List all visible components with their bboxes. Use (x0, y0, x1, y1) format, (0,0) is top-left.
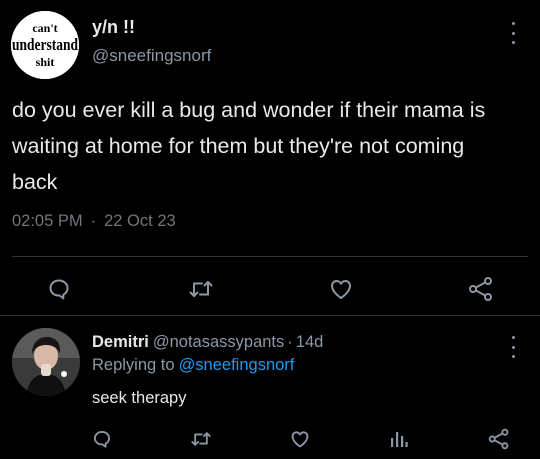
reply-icon[interactable] (47, 277, 71, 301)
reply-text: seek therapy (92, 389, 187, 407)
avatar-photo-graphic (12, 328, 80, 396)
tweet-timestamp[interactable]: 02:05 PM · 22 Oct 23 (12, 212, 176, 231)
meta-separator: · (90, 212, 97, 230)
reply-tweet: Demitri @notasassypants · 14d Replying to @s… (0, 316, 540, 459)
like-icon[interactable] (328, 277, 354, 301)
share-icon[interactable] (468, 276, 494, 302)
tweet-time: 02:05 PM (12, 212, 83, 230)
replying-to-label: Replying to (92, 356, 175, 374)
like-icon[interactable] (289, 429, 311, 449)
views-icon[interactable] (389, 429, 409, 449)
retweet-icon[interactable] (188, 277, 214, 301)
reply-icon[interactable] (92, 429, 112, 449)
reply-separator: · (287, 333, 293, 351)
reply-header: Demitri @notasassypants · 14d (92, 333, 323, 352)
replying-to: Replying to @sneefingsnorf (92, 356, 294, 375)
more-vertical-icon[interactable] (506, 336, 520, 358)
avatar-word-top: can't (32, 21, 57, 35)
tweet-text-line: do you ever kill a bug and wonder if the… (12, 98, 486, 122)
reply-time[interactable]: 14d (296, 333, 324, 351)
author-avatar[interactable]: can't understand shit (11, 11, 79, 79)
avatar-word-bottom: shit (36, 55, 55, 69)
more-vertical-icon[interactable] (506, 22, 520, 44)
avatar-word-middle: understand (12, 35, 78, 54)
tweet-text-line: waiting at home for them but they're not… (12, 134, 465, 158)
avatar-logo-graphic: can't understand shit (11, 11, 79, 79)
reply-author-avatar[interactable] (12, 328, 80, 396)
main-tweet: can't understand shit y/n !! @sneefingsn… (0, 0, 540, 316)
replying-to-handle-link[interactable]: @sneefingsnorf (179, 356, 295, 374)
divider (12, 256, 528, 257)
tweet-text-line: back (12, 170, 58, 194)
reply-author-handle[interactable]: @notasassypants (153, 333, 284, 351)
tweet-date: 22 Oct 23 (104, 212, 176, 230)
author-display-name[interactable]: y/n !! (92, 17, 135, 38)
retweet-icon[interactable] (190, 429, 212, 449)
share-icon[interactable] (488, 428, 510, 450)
reply-author-name[interactable]: Demitri (92, 333, 149, 351)
tweet-text: do you ever kill a bug and wonder if the… (12, 92, 534, 200)
author-handle[interactable]: @sneefingsnorf (92, 46, 211, 66)
